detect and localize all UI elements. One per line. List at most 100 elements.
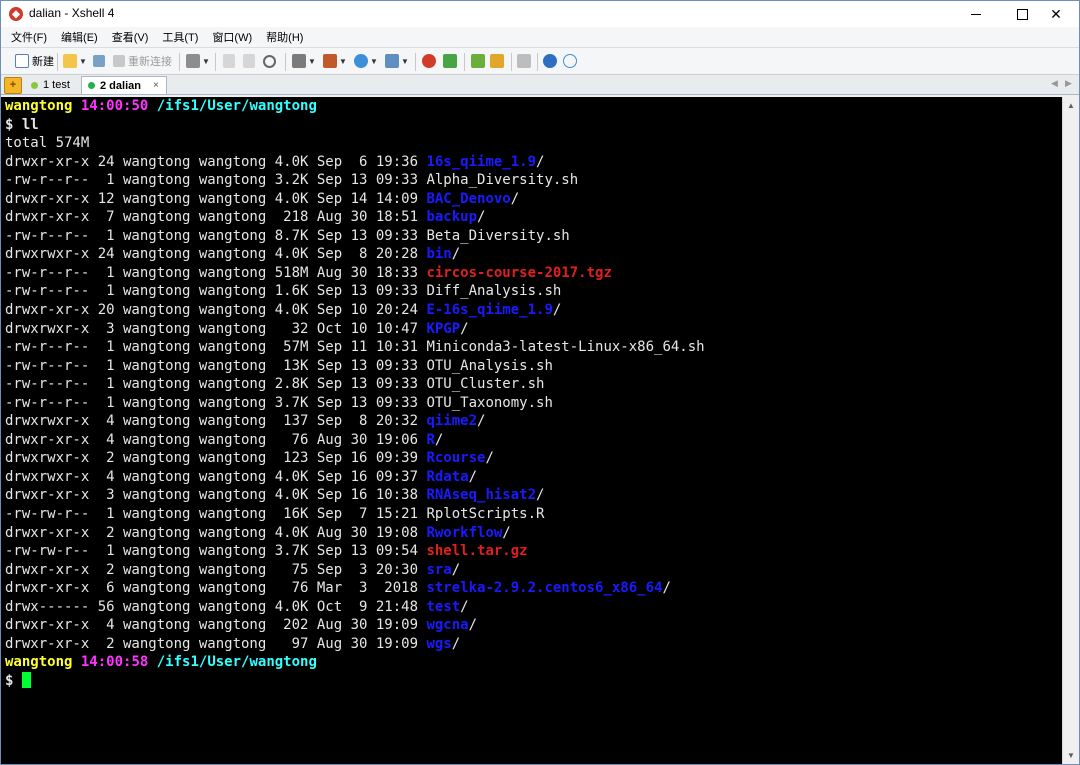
xftp-button[interactable] xyxy=(422,53,436,69)
directory-name: bin xyxy=(426,246,452,263)
file-metadata: drwxr-xr-x 20 wangtong wangtong 4.0K Sep… xyxy=(5,302,427,319)
help-button[interactable] xyxy=(543,53,557,69)
file-metadata: drwx------ 56 wangtong wangtong 4.0K Oct… xyxy=(5,598,427,615)
close-tab-icon[interactable]: × xyxy=(153,80,159,91)
file-metadata: drwxr-xr-x 24 wangtong wangtong 4.0K Sep… xyxy=(5,153,427,170)
new-session-button[interactable]: 新建 xyxy=(15,53,54,69)
toolbar-separator xyxy=(215,53,216,71)
listing-row: -rw-r--r-- 1 wangtong wangtong 13K Sep 1… xyxy=(1,357,1062,376)
file-name: Alpha_Diversity.sh xyxy=(426,172,579,189)
file-name: RplotScripts.R xyxy=(426,506,545,523)
folder-icon xyxy=(63,54,77,68)
directory-name: sra xyxy=(426,561,452,578)
keyboard-button[interactable] xyxy=(517,53,531,69)
scroll-down-icon[interactable]: ▼ xyxy=(1063,747,1079,764)
menu-edit[interactable]: 编辑(E) xyxy=(61,29,98,45)
directory-suffix: / xyxy=(477,209,486,226)
print-button[interactable]: ▼ xyxy=(292,53,316,69)
tab-scroll-left-icon[interactable]: ◀ xyxy=(1051,78,1058,89)
link-icon xyxy=(93,55,105,67)
find-button[interactable] xyxy=(263,53,276,69)
prompt-symbol: $ xyxy=(5,672,22,689)
close-window-button[interactable]: ✕ xyxy=(1033,1,1079,27)
listing-row: -rw-r--r-- 1 wangtong wangtong 2.8K Sep … xyxy=(1,375,1062,394)
copy-button[interactable] xyxy=(223,53,235,69)
globe-button[interactable]: ▼ xyxy=(354,53,378,69)
keyboard-icon xyxy=(517,54,531,68)
tab-label: 1 test xyxy=(43,79,70,91)
scripts-button[interactable]: ▼ xyxy=(385,53,409,69)
menu-window[interactable]: 窗口(W) xyxy=(212,29,252,45)
chevron-down-icon: ▼ xyxy=(370,56,378,66)
properties-button[interactable]: ▼ xyxy=(186,53,210,69)
paste-button[interactable] xyxy=(243,53,255,69)
terminal-output[interactable]: wangtong 14:00:50 /ifs1/User/wangtong $ … xyxy=(1,97,1062,764)
reconnect-button[interactable]: 重新连接 xyxy=(113,53,172,69)
file-name: Miniconda3-latest-Linux-x86_64.sh xyxy=(426,339,705,356)
menu-bar: 文件(F) 编辑(E) 查看(V) 工具(T) 窗口(W) 帮助(H) xyxy=(1,27,1079,47)
help-icon xyxy=(543,54,557,68)
tab-label: 2 dalian xyxy=(100,79,141,92)
transfer-button[interactable]: ▼ xyxy=(323,53,347,69)
menu-help[interactable]: 帮助(H) xyxy=(266,29,303,45)
tab-test[interactable]: 1 test xyxy=(25,76,77,94)
file-metadata: drwxr-xr-x 6 wangtong wangtong 76 Mar 3 … xyxy=(5,580,427,597)
directory-name: E-16s_qiime_1.9 xyxy=(426,302,553,319)
toolbar-separator xyxy=(537,53,538,71)
directory-name: 16s_qiime_1.9 xyxy=(426,153,537,170)
directory-name: strelka-2.9.2.centos6_x86_64 xyxy=(426,580,663,597)
reconnect-icon xyxy=(113,55,125,67)
directory-name: Rcourse xyxy=(426,450,486,467)
add-tab-button[interactable]: + xyxy=(4,77,22,94)
menu-view[interactable]: 查看(V) xyxy=(112,29,149,45)
prompt-user: wangtong xyxy=(5,98,73,114)
prompt-path: /ifs1/User/wangtong xyxy=(156,98,317,114)
shell-prompt: wangtong 14:00:50 /ifs1/User/wangtong xyxy=(1,97,1062,116)
toolbar-separator xyxy=(285,53,286,71)
file-metadata: drwxr-xr-x 2 wangtong wangtong 4.0K Aug … xyxy=(5,524,427,541)
minimize-button[interactable] xyxy=(953,1,999,27)
speech-bubble-icon xyxy=(563,54,577,68)
toolbar-separator xyxy=(179,53,180,71)
text-cursor xyxy=(21,671,31,688)
properties-icon xyxy=(186,54,200,68)
tunnel-button[interactable] xyxy=(443,53,457,69)
directory-suffix: / xyxy=(434,431,444,448)
xshell-window: ◆ dalian - Xshell 4 ✕ 文件(F) 编辑(E) 查看(V) … xyxy=(0,0,1080,765)
feedback-button[interactable] xyxy=(563,53,577,69)
file-name: circos-course-2017.tgz xyxy=(426,264,612,281)
scroll-up-icon[interactable]: ▲ xyxy=(1063,97,1079,114)
magnifier-icon xyxy=(263,54,276,68)
layout-button[interactable] xyxy=(471,53,485,69)
input-line[interactable]: $ xyxy=(1,671,1062,691)
xshell-logo-icon: ◆ xyxy=(9,7,23,21)
listing-row: drwxr-xr-x 4 wangtong wangtong 202 Aug 3… xyxy=(1,616,1062,635)
file-metadata: drwxr-xr-x 2 wangtong wangtong 97 Aug 30… xyxy=(5,635,427,652)
directory-suffix: / xyxy=(477,413,486,430)
toolbar-separator xyxy=(511,53,512,71)
connect-button[interactable] xyxy=(93,53,105,69)
listing-row: drwxrwxr-x 4 wangtong wangtong 4.0K Sep … xyxy=(1,468,1062,487)
directory-name: Rworkflow xyxy=(426,524,503,541)
new-session-label: 新建 xyxy=(32,56,54,68)
listing-row: drwxrwxr-x 3 wangtong wangtong 32 Oct 10… xyxy=(1,320,1062,339)
directory-suffix: / xyxy=(468,617,478,634)
command-line: $ ll xyxy=(5,116,39,133)
scripts-icon xyxy=(385,54,399,68)
toolbar-separator xyxy=(57,53,58,71)
open-folder-button[interactable]: ▼ xyxy=(63,53,87,69)
listing-row: drwx------ 56 wangtong wangtong 4.0K Oct… xyxy=(1,598,1062,617)
tab-dalian[interactable]: 2 dalian × xyxy=(81,76,167,94)
file-name: shell.tar.gz xyxy=(426,543,528,560)
toolbar-separator xyxy=(464,53,465,71)
menu-tools[interactable]: 工具(T) xyxy=(162,29,198,45)
lock-button[interactable] xyxy=(490,53,504,69)
listing-row: drwxr-xr-x 24 wangtong wangtong 4.0K Sep… xyxy=(1,153,1062,172)
file-metadata: drwxrwxr-x 4 wangtong wangtong 4.0K Sep … xyxy=(5,468,427,485)
tab-scroll-right-icon[interactable]: ▶ xyxy=(1065,78,1072,89)
file-metadata: drwxr-xr-x 2 wangtong wangtong 75 Sep 3 … xyxy=(5,561,427,578)
file-metadata: -rw-rw-r-- 1 wangtong wangtong 16K Sep 7… xyxy=(5,506,427,523)
directory-name: backup xyxy=(426,209,478,226)
menu-file[interactable]: 文件(F) xyxy=(11,29,47,45)
vertical-scrollbar[interactable]: ▲ ▼ xyxy=(1062,97,1079,764)
